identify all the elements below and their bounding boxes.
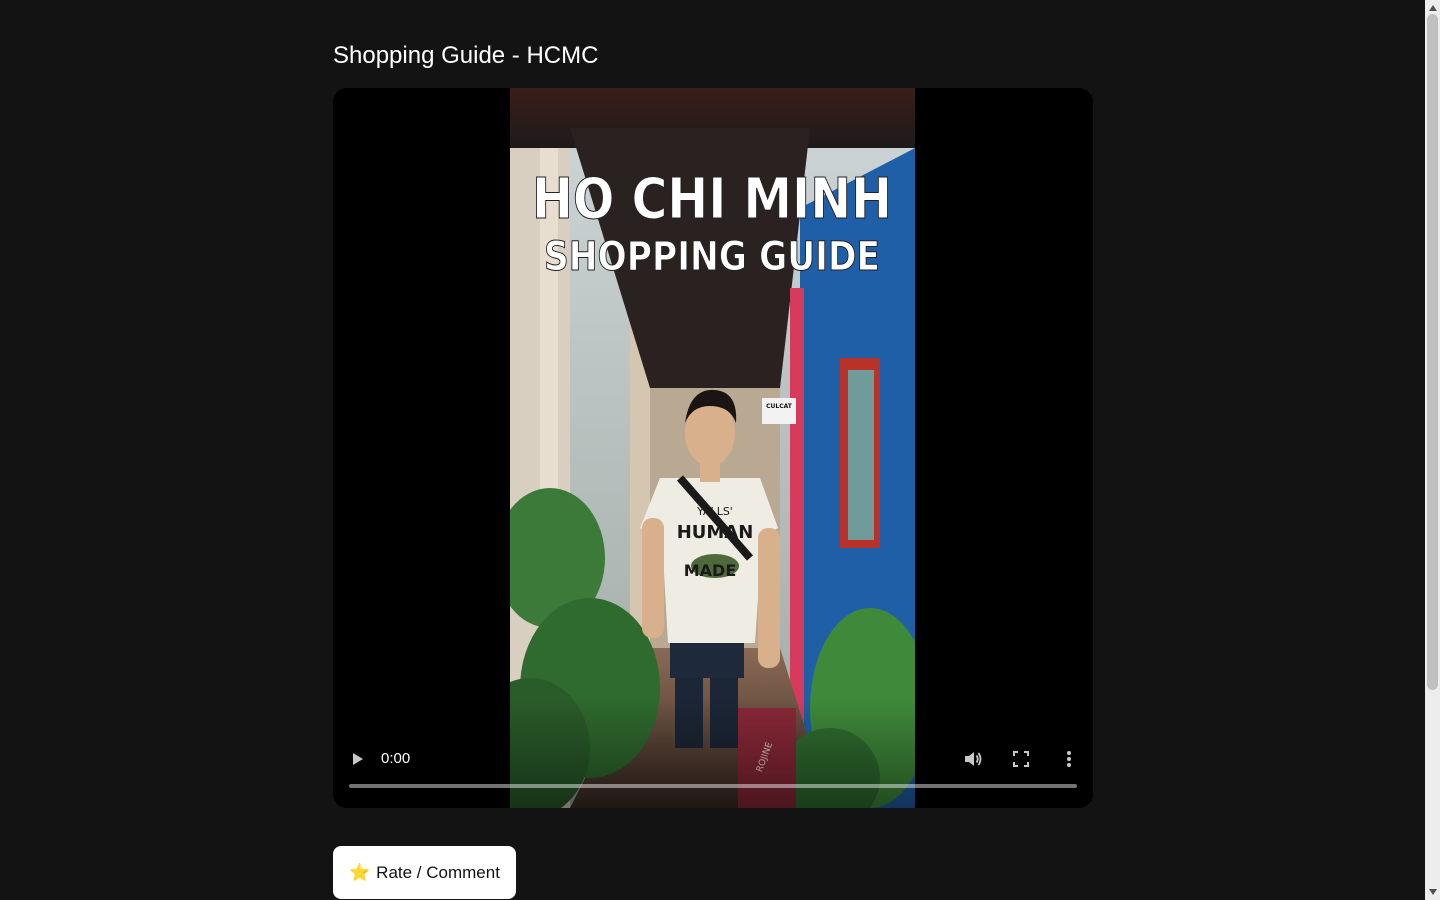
play-icon	[353, 753, 363, 765]
more-options-button[interactable]	[1057, 747, 1081, 771]
progress-bar[interactable]	[349, 784, 1077, 788]
shirt-text-middle: HUMAN	[677, 522, 754, 543]
vertical-scrollbar[interactable]	[1425, 0, 1440, 900]
play-button[interactable]	[345, 747, 369, 771]
video-overlay-title-line2: SHOPPING GUIDE	[544, 234, 880, 280]
video-overlay-title-line1: HO CHI MINH	[532, 167, 892, 232]
fullscreen-icon	[1013, 751, 1029, 767]
scroll-up-arrow-icon[interactable]	[1425, 2, 1440, 14]
shop-sign-text: CULCAT	[766, 403, 793, 410]
mute-button[interactable]	[961, 747, 985, 771]
page-title: Shopping Guide - HCMC	[333, 42, 599, 69]
video-player[interactable]: YALLS' HUMAN MADE CULCAT ROJINE HO CHI M…	[333, 88, 1093, 808]
video-frame[interactable]: YALLS' HUMAN MADE CULCAT ROJINE HO CHI M…	[510, 88, 915, 808]
volume-icon	[965, 752, 982, 766]
time-display: 0:00	[381, 750, 411, 767]
rate-comment-button[interactable]: ⭐ Rate / Comment	[333, 846, 516, 899]
page: Shopping Guide - HCMC YALLS' HUMAN MADE …	[0, 0, 1440, 900]
video-thumbnail: YALLS' HUMAN MADE CULCAT ROJINE HO CHI M…	[510, 88, 915, 808]
rate-comment-label: Rate / Comment	[376, 862, 500, 882]
more-vert-icon	[1067, 751, 1071, 767]
star-icon: ⭐	[349, 862, 371, 882]
shirt-text-top: YALLS'	[696, 505, 733, 518]
scroll-thumb[interactable]	[1427, 14, 1438, 690]
fullscreen-button[interactable]	[1009, 747, 1033, 771]
scroll-down-arrow-icon[interactable]	[1425, 886, 1440, 898]
shirt-text-bottom: MADE	[684, 561, 737, 580]
